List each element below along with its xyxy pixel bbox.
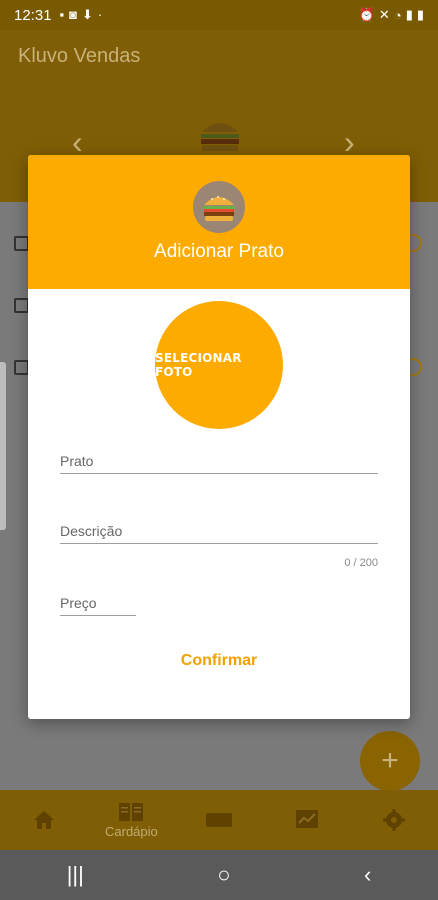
dialog-title: Adicionar Prato <box>154 241 284 262</box>
app-title: Kluvo Vendas <box>18 45 141 67</box>
back-icon[interactable]: ‹ <box>364 862 371 888</box>
nav-tickets[interactable] <box>175 790 263 850</box>
dish-avatar <box>193 181 245 233</box>
message-icon: ▪ <box>59 7 65 22</box>
select-photo-button[interactable]: SELECIONAR FOTO <box>155 301 283 429</box>
menu-book-icon <box>119 802 144 821</box>
prato-input[interactable]: Prato <box>60 453 378 474</box>
wifi-icon: ◔ <box>393 7 402 23</box>
preco-input[interactable]: Preço <box>60 595 136 616</box>
bottom-nav: Cardápio <box>0 790 438 850</box>
download-icon: ⬇ <box>82 7 93 22</box>
burger-icon <box>201 123 239 151</box>
system-nav-bar: ||| ○ ‹ <box>0 850 438 900</box>
descricao-input[interactable]: Descrição <box>60 523 378 544</box>
ticket-icon <box>205 813 232 827</box>
confirm-button[interactable]: Confirmar <box>28 652 410 670</box>
signal-icon: ▮ <box>405 7 413 22</box>
nav-home[interactable] <box>0 790 88 850</box>
nav-reports[interactable] <box>263 790 351 850</box>
nav-cardapio-label: Cardápio <box>105 823 158 839</box>
item-checkbox[interactable] <box>14 360 29 375</box>
gear-icon <box>383 809 406 831</box>
add-fab-button[interactable]: + <box>360 731 420 791</box>
dialog-header: Adicionar Prato <box>28 155 410 289</box>
side-drawer-handle[interactable] <box>0 362 6 530</box>
burger-icon <box>203 196 235 221</box>
home-icon <box>33 811 54 829</box>
status-bar: 12:31 ▪ ◙ ⬇ · ⏰ ✕ ◔ ▮ ▮ <box>0 0 438 30</box>
notification-icon: ◙ <box>69 7 78 22</box>
nav-cardapio[interactable]: Cardápio <box>88 790 176 850</box>
nav-settings[interactable] <box>350 790 438 850</box>
item-checkbox[interactable] <box>14 298 29 313</box>
add-dish-dialog: Adicionar Prato SELECIONAR FOTO Prato De… <box>28 155 410 719</box>
dot-icon: · <box>97 7 103 22</box>
mute-icon: ✕ <box>378 7 390 22</box>
recent-apps-icon[interactable]: ||| <box>67 862 84 888</box>
alarm-icon: ⏰ <box>358 7 375 22</box>
item-checkbox[interactable] <box>14 236 29 251</box>
status-time: 12:31 <box>14 6 52 24</box>
status-system-icons: ⏰ ✕ ◔ ▮ ▮ <box>359 7 424 23</box>
home-circle-icon[interactable]: ○ <box>217 862 230 888</box>
chart-icon <box>295 810 318 828</box>
descricao-char-counter: 0 / 200 <box>344 557 378 569</box>
status-notification-icons: ▪ ◙ ⬇ · <box>60 7 103 23</box>
battery-icon: ▮ <box>416 7 424 22</box>
